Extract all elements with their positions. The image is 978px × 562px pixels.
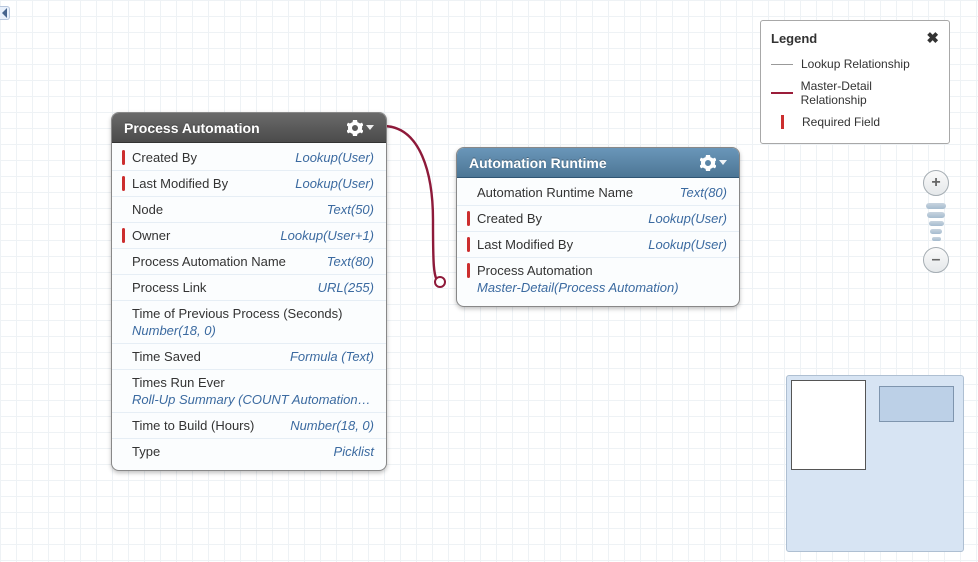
field-name: Created By	[477, 211, 648, 226]
master-line-icon	[771, 92, 793, 94]
field-row[interactable]: Time SavedFormula (Text)	[112, 344, 386, 370]
field-row[interactable]: Automation Runtime NameText(80)	[457, 180, 739, 206]
required-bar-icon	[781, 115, 784, 129]
legend-item-master: Master-Detail Relationship	[771, 75, 939, 111]
required-indicator	[122, 228, 125, 243]
field-type[interactable]: Lookup(User)	[648, 237, 727, 252]
field-type[interactable]: Lookup(User)	[295, 150, 374, 165]
field-row[interactable]: Times Run EverRoll-Up Summary (COUNT Aut…	[112, 370, 386, 413]
field-type[interactable]: Lookup(User)	[295, 176, 374, 191]
field-name: Process Automation	[477, 263, 727, 278]
legend-title: Legend	[771, 31, 817, 46]
minimap[interactable]	[786, 375, 964, 552]
field-name: Type	[132, 444, 334, 459]
zoom-out-button[interactable]: –	[923, 247, 949, 273]
caret-down-icon	[719, 160, 727, 165]
sidebar-collapse-toggle[interactable]	[0, 6, 10, 20]
legend-label: Required Field	[802, 115, 880, 129]
minimap-viewport[interactable]	[879, 386, 954, 422]
minimap-canvas	[791, 380, 866, 470]
panel-body: Created ByLookup(User)Last Modified ByLo…	[112, 143, 386, 470]
required-indicator	[467, 237, 470, 252]
legend-label: Lookup Relationship	[801, 57, 910, 71]
field-name: Time to Build (Hours)	[132, 418, 290, 433]
field-type[interactable]: Formula (Text)	[290, 349, 374, 364]
field-type[interactable]: Lookup(User)	[648, 211, 727, 226]
panel-header[interactable]: Process Automation	[112, 113, 386, 143]
field-name: Last Modified By	[132, 176, 295, 191]
panel-settings-menu[interactable]	[700, 155, 727, 171]
entity-process-automation[interactable]: Process Automation Created ByLookup(User…	[111, 112, 387, 471]
gear-icon	[347, 120, 363, 136]
legend-header: Legend ✖	[771, 29, 939, 47]
schema-canvas[interactable]: Process Automation Created ByLookup(User…	[0, 0, 978, 562]
field-type[interactable]: Text(50)	[327, 202, 374, 217]
field-row[interactable]: Process AutomationMaster-Detail(Process …	[457, 258, 739, 300]
field-row[interactable]: Last Modified ByLookup(User)	[112, 171, 386, 197]
panel-body: Automation Runtime NameText(80)Created B…	[457, 178, 739, 306]
zoom-control: + –	[922, 170, 950, 273]
field-row[interactable]: OwnerLookup(User+1)	[112, 223, 386, 249]
field-type[interactable]: Number(18, 0)	[290, 418, 374, 433]
panel-header[interactable]: Automation Runtime	[457, 148, 739, 178]
zoom-slider[interactable]	[926, 198, 946, 245]
field-type[interactable]: Text(80)	[327, 254, 374, 269]
field-row[interactable]: Time to Build (Hours)Number(18, 0)	[112, 413, 386, 439]
field-type[interactable]: Text(80)	[680, 185, 727, 200]
gear-icon	[700, 155, 716, 171]
legend-panel[interactable]: Legend ✖ Lookup Relationship Master-Deta…	[760, 20, 950, 144]
required-indicator	[122, 150, 125, 165]
field-row[interactable]: NodeText(50)	[112, 197, 386, 223]
field-name: Owner	[132, 228, 280, 243]
panel-title: Process Automation	[124, 120, 260, 136]
caret-down-icon	[366, 125, 374, 130]
field-row[interactable]: Process LinkURL(255)	[112, 275, 386, 301]
field-type[interactable]: Lookup(User+1)	[280, 228, 374, 243]
field-name: Time of Previous Process (Seconds)	[132, 306, 374, 321]
legend-close-button[interactable]: ✖	[926, 29, 939, 47]
field-type[interactable]: Number(18, 0)	[122, 321, 216, 338]
field-row[interactable]: TypePicklist	[112, 439, 386, 464]
field-type[interactable]: Picklist	[334, 444, 374, 459]
entity-automation-runtime[interactable]: Automation Runtime Automation Runtime Na…	[456, 147, 740, 307]
zoom-in-button[interactable]: +	[923, 170, 949, 196]
field-row[interactable]: Created ByLookup(User)	[112, 145, 386, 171]
field-type[interactable]: Roll-Up Summary (COUNT Automation Run	[122, 390, 374, 407]
field-name: Times Run Ever	[132, 375, 374, 390]
field-row[interactable]: Last Modified ByLookup(User)	[457, 232, 739, 258]
field-name: Process Link	[132, 280, 318, 295]
field-type[interactable]: Master-Detail(Process Automation)	[467, 278, 679, 295]
legend-label: Master-Detail Relationship	[801, 79, 939, 107]
relationship-connector	[383, 120, 463, 300]
lookup-line-icon	[771, 64, 793, 65]
field-name: Last Modified By	[477, 237, 648, 252]
field-row[interactable]: Created ByLookup(User)	[457, 206, 739, 232]
required-indicator	[467, 263, 470, 278]
field-name: Process Automation Name	[132, 254, 327, 269]
field-type[interactable]: URL(255)	[318, 280, 374, 295]
legend-item-required: Required Field	[771, 111, 939, 133]
field-name: Node	[132, 202, 327, 217]
panel-settings-menu[interactable]	[347, 120, 374, 136]
panel-title: Automation Runtime	[469, 155, 607, 171]
legend-item-lookup: Lookup Relationship	[771, 53, 939, 75]
field-name: Created By	[132, 150, 295, 165]
required-indicator	[467, 211, 470, 226]
field-row[interactable]: Process Automation NameText(80)	[112, 249, 386, 275]
field-row[interactable]: Time of Previous Process (Seconds)Number…	[112, 301, 386, 344]
field-name: Automation Runtime Name	[477, 185, 680, 200]
required-indicator	[122, 176, 125, 191]
field-name: Time Saved	[132, 349, 290, 364]
